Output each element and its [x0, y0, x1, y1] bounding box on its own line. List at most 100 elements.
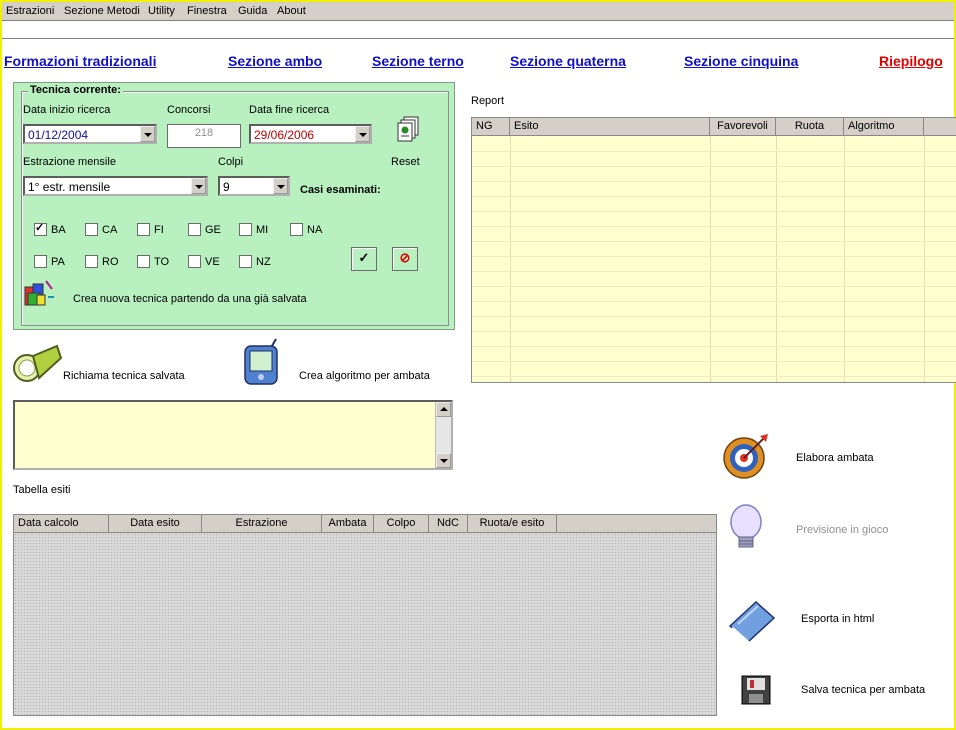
checkbox-ruota-na[interactable]: NA	[290, 223, 322, 237]
scroll-down-icon[interactable]	[436, 453, 451, 468]
checkbox-label: BA	[51, 223, 66, 236]
checkbox-ruota-ro[interactable]: RO	[85, 255, 119, 269]
checkbox-label: CA	[102, 223, 118, 236]
checkbox-ruota-pa[interactable]: PA	[34, 255, 65, 269]
tabella-col-data-calcolo[interactable]: Data calcolo	[14, 515, 109, 532]
checkbox-ruota-to[interactable]: TO	[137, 255, 169, 269]
checkbox-label: TO	[154, 255, 170, 268]
menu-about[interactable]: About	[277, 5, 306, 17]
report-header: NG Esito Favorevoli Ruota Algoritmo	[472, 118, 956, 136]
chevron-down-icon[interactable]	[273, 178, 288, 194]
reset-label[interactable]: Reset	[391, 156, 420, 168]
floppy-save-icon[interactable]	[740, 674, 772, 709]
nav-sezione-quaterna[interactable]: Sezione quaterna	[510, 53, 626, 69]
crea-algoritmo-label[interactable]: Crea algoritmo per ambata	[299, 370, 430, 382]
nav-formazioni-tradizionali[interactable]: Formazioni tradizionali	[4, 53, 156, 69]
report-col-favorevoli[interactable]: Favorevoli	[710, 118, 776, 135]
chevron-down-icon[interactable]	[140, 126, 155, 142]
checkbox-box[interactable]	[188, 223, 201, 236]
confirm-button[interactable]: ✓	[351, 247, 377, 271]
colpi-combo[interactable]: 9	[218, 176, 290, 196]
grid-row-line	[472, 331, 956, 332]
data-inizio-combo[interactable]: 01/12/2004	[23, 124, 157, 144]
tabella-esiti-grid[interactable]: Data calcolo Data esito Estrazione Ambat…	[13, 514, 717, 716]
esporta-label[interactable]: Esporta in html	[801, 613, 874, 625]
report-col-ng[interactable]: NG	[472, 118, 510, 135]
checkbox-box[interactable]	[34, 221, 47, 236]
tabella-col-ruota-esito[interactable]: Ruota/e esito	[468, 515, 557, 532]
scroll-up-icon[interactable]	[436, 402, 451, 417]
cancel-button[interactable]: ⊘	[392, 247, 418, 271]
checkbox-ruota-ba[interactable]: BA	[34, 221, 66, 237]
menu-finestra[interactable]: Finestra	[187, 5, 227, 17]
checkbox-label: PA	[51, 255, 65, 268]
handheld-device-icon[interactable]	[242, 338, 282, 386]
target-icon[interactable]	[722, 432, 770, 483]
salva-label[interactable]: Salva tecnica per ambata	[801, 684, 925, 696]
elabora-label[interactable]: Elabora ambata	[796, 452, 874, 464]
grid-row-line	[472, 301, 956, 302]
checkbox-box[interactable]	[85, 223, 98, 236]
checkbox-box[interactable]	[85, 255, 98, 268]
grid-row-line	[472, 271, 956, 272]
checkbox-box[interactable]	[290, 223, 303, 236]
grid-row-line	[472, 211, 956, 212]
concorsi-label: Concorsi	[167, 104, 211, 116]
menu-estrazioni[interactable]: Estrazioni	[6, 5, 54, 17]
book-export-icon[interactable]	[726, 598, 778, 649]
flashlight-icon[interactable]	[11, 340, 63, 384]
chevron-down-icon[interactable]	[191, 178, 206, 194]
notes-memo[interactable]	[13, 400, 453, 470]
memo-scrollbar[interactable]	[435, 402, 451, 468]
richiama-label[interactable]: Richiama tecnica salvata	[63, 370, 185, 382]
reset-icon[interactable]	[396, 115, 422, 145]
grid-row-line	[472, 226, 956, 227]
report-grid[interactable]: NG Esito Favorevoli Ruota Algoritmo	[471, 117, 956, 383]
lightbulb-icon[interactable]	[724, 502, 770, 555]
colpi-label: Colpi	[218, 156, 244, 168]
checkbox-label: NA	[307, 223, 323, 236]
checkbox-ruota-fi[interactable]: FI	[137, 223, 164, 237]
report-col-esito[interactable]: Esito	[510, 118, 710, 135]
report-col-algoritmo[interactable]: Algoritmo	[844, 118, 924, 135]
paint-tools-icon[interactable]	[22, 279, 56, 309]
tabella-col-estrazione[interactable]: Estrazione	[202, 515, 322, 532]
casi-esaminati-label: Casi esaminati:	[300, 184, 381, 196]
menu-sezione-metodi[interactable]: Sezione Metodi	[64, 5, 140, 17]
nav-riepilogo[interactable]: Riepilogo	[879, 53, 943, 69]
tabella-col-data-esito[interactable]: Data esito	[109, 515, 202, 532]
crea-nuova-label[interactable]: Crea nuova tecnica partendo da una già s…	[73, 293, 307, 305]
previsione-label[interactable]: Previsione in gioco	[796, 524, 888, 536]
checkbox-ruota-ve[interactable]: VE	[188, 255, 220, 269]
grid-row-line	[472, 151, 956, 152]
toolbar-separator	[2, 38, 954, 40]
estrazione-combo[interactable]: 1° estr. mensile	[23, 176, 208, 196]
checkbox-box[interactable]	[137, 255, 150, 268]
report-title: Report	[471, 95, 505, 107]
tabella-col-ambata[interactable]: Ambata	[322, 515, 374, 532]
checkbox-ruota-nz[interactable]: NZ	[239, 255, 271, 269]
checkbox-ruota-mi[interactable]: MI	[239, 223, 268, 237]
data-inizio-label: Data inizio ricerca	[23, 104, 111, 116]
checkbox-label: GE	[205, 223, 221, 236]
checkbox-ruota-ca[interactable]: CA	[85, 223, 117, 237]
grid-row-line	[472, 361, 956, 362]
checkbox-box[interactable]	[188, 255, 201, 268]
menu-utility[interactable]: Utility	[148, 5, 175, 17]
checkbox-ruota-ge[interactable]: GE	[188, 223, 221, 237]
nav-sezione-ambo[interactable]: Sezione ambo	[228, 53, 322, 69]
checkbox-box[interactable]	[239, 223, 252, 236]
chevron-down-icon[interactable]	[355, 126, 370, 142]
colpi-value: 9	[223, 180, 230, 194]
tabella-col-colpo[interactable]: Colpo	[374, 515, 429, 532]
checkbox-box[interactable]	[137, 223, 150, 236]
nav-sezione-terno[interactable]: Sezione terno	[372, 53, 464, 69]
grid-row-line	[472, 316, 956, 317]
checkbox-box[interactable]	[239, 255, 252, 268]
nav-sezione-cinquina[interactable]: Sezione cinquina	[684, 53, 798, 69]
checkbox-box[interactable]	[34, 255, 47, 268]
report-col-ruota[interactable]: Ruota	[776, 118, 844, 135]
menu-guida[interactable]: Guida	[238, 5, 267, 17]
tabella-col-ndc[interactable]: NdC	[429, 515, 468, 532]
data-fine-combo[interactable]: 29/06/2006	[249, 124, 372, 144]
